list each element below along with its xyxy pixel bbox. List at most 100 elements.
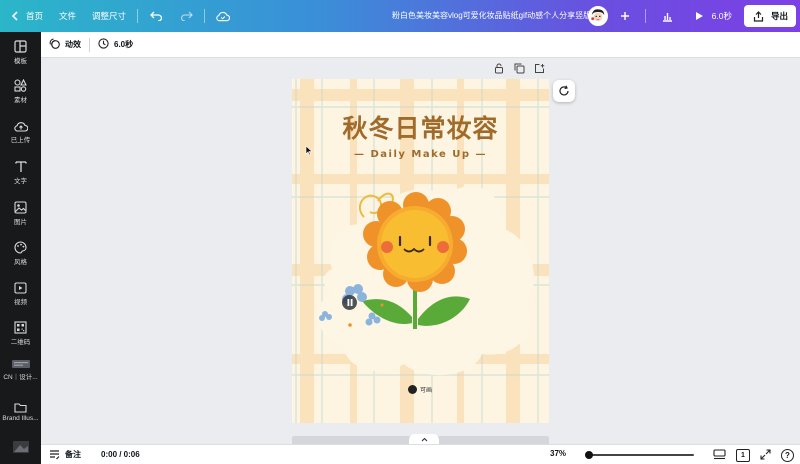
divider [644,9,646,23]
cloud-save-button[interactable] [208,0,238,32]
duration-button[interactable]: 6.0秒 [90,32,141,58]
share-icon [752,9,766,23]
refresh-button[interactable] [553,80,575,102]
export-button[interactable]: 导出 [743,5,796,27]
zoom-level: 37% [550,449,567,458]
top-bar: 首页 文件 调整尺寸 粉白色美妆美容vlog可爱化妆品贴纸gif动感个人分享竖版… [0,0,800,32]
cloud-icon [216,9,231,23]
redo-icon [179,9,193,23]
brand-label: 可画 [420,388,433,394]
fullscreen-button[interactable] [760,448,771,462]
sidebar-item-label: Brand Illus... [2,415,39,422]
file-menu-button[interactable]: 文件 [51,0,84,32]
bar-chart-icon [661,9,675,23]
refresh-icon [559,85,569,96]
brand-badge: 可画 [408,385,432,394]
document-title[interactable]: 粉白色美妆美容vlog可爱化妆品贴纸gif动感个人分享竖版Vlog [392,0,607,32]
sidebar-item-label: 图片 [14,219,27,226]
animate-button[interactable]: 动效 [41,32,89,58]
notes-label: 备注 [65,450,81,459]
design-title[interactable]: 秋冬日常妆容 [292,109,549,145]
export-label: 导出 [770,11,788,21]
notes-button[interactable]: 备注 [41,449,81,460]
avatar-face-icon [589,8,606,24]
undo-icon [149,9,163,23]
grid-view-button[interactable] [713,448,726,462]
page-tools [493,62,545,74]
sidebar-item-label: 素材 [14,97,27,104]
video-icon [14,282,27,294]
lock-icon[interactable] [493,62,505,74]
image-thumbnail-icon [12,441,29,453]
text-icon [14,161,27,172]
play-icon [693,9,707,23]
notes-icon [50,450,60,460]
animate-icon [49,38,60,51]
sidebar-item-styles[interactable]: 风格 [0,241,41,266]
animate-label: 动效 [65,40,81,49]
sidebar-item-label: 已上传 [10,137,31,144]
play-button[interactable]: 6.0秒 [687,5,738,27]
mouse-cursor-icon [305,145,313,156]
help-button[interactable]: ? [781,448,794,462]
sidebar-item-label: 模板 [14,58,27,65]
upload-icon [13,122,28,132]
chevron-left-icon [8,9,22,23]
playback-time: 0:00 / 0:06 [101,450,140,459]
template-icon [14,40,27,53]
file-label: 文件 [59,11,77,21]
play-duration: 6.0秒 [711,11,732,21]
pause-icon [347,299,352,306]
home-button[interactable]: 首页 [0,0,51,32]
collapse-toggle[interactable] [409,434,439,444]
zoom-slider[interactable] [585,451,694,459]
bottom-bar: 备注 0:00 / 0:06 37% 1 ? [41,444,800,464]
context-toolbar: 动效 6.0秒 [41,32,800,58]
add-page-icon[interactable] [533,62,545,74]
sidebar-item-templates[interactable]: 模板 [0,40,41,65]
clock-icon [98,38,109,51]
sidebar-item-uploads[interactable]: 已上传 [0,120,41,144]
topbar-actions: 6.0秒 导出 [587,4,796,28]
palette-icon [14,241,27,254]
folder-icon [14,403,27,413]
sidebar-item-label: 视频 [14,299,27,306]
insights-button[interactable] [655,5,681,27]
divider [204,9,206,23]
duplicate-page-icon[interactable] [513,62,525,74]
avatar[interactable] [587,6,608,26]
sidebar-item-label: 二维码 [10,339,31,346]
sidebar-item-photos[interactable]: 图片 [0,201,41,226]
page-view-icon [713,448,726,459]
resize-label: 调整尺寸 [92,11,127,21]
brand-folder-icon [11,360,30,368]
sidebar-item-qrcode[interactable]: 二维码 [0,321,41,346]
sidebar-item-brand-illustrations[interactable]: Brand Illus... [0,402,41,422]
expand-icon [760,448,771,460]
sidebar-item-text[interactable]: 文字 [0,160,41,185]
sidebar-item-label: 文字 [14,178,27,185]
zoom-slider-handle[interactable] [585,451,593,459]
resize-button[interactable]: 调整尺寸 [84,0,134,32]
pause-button[interactable] [342,295,357,310]
plus-icon [618,9,632,23]
sidebar-item-brand-design[interactable]: CN｜设计... [0,359,41,381]
sidebar-item-label: 风格 [14,259,27,266]
chevron-up-icon [421,437,427,441]
design-page[interactable]: 秋冬日常妆容 — Daily Make Up — 可画 [292,79,549,423]
sidebar-thumbnail[interactable] [0,441,41,453]
undo-button[interactable] [141,0,171,32]
design-subtitle[interactable]: — Daily Make Up — [292,149,549,160]
left-sidebar: 模板 素材 已上传 文字 图片 风格 视频 二维码 CN｜设计... Brand… [0,32,41,464]
sidebar-item-label: CN｜设计... [3,374,38,381]
sidebar-item-videos[interactable]: 视频 [0,282,41,306]
elements-icon [14,79,27,92]
sidebar-item-elements[interactable]: 素材 [0,79,41,104]
divider [137,9,139,23]
redo-button[interactable] [171,0,201,32]
duration-label: 6.0秒 [114,40,134,49]
qrcode-icon [14,321,27,334]
page-count-button[interactable]: 1 [736,448,750,462]
canvas-area[interactable]: 秋冬日常妆容 — Daily Make Up — 可画 [41,58,800,444]
add-collaborator-button[interactable] [614,5,636,27]
